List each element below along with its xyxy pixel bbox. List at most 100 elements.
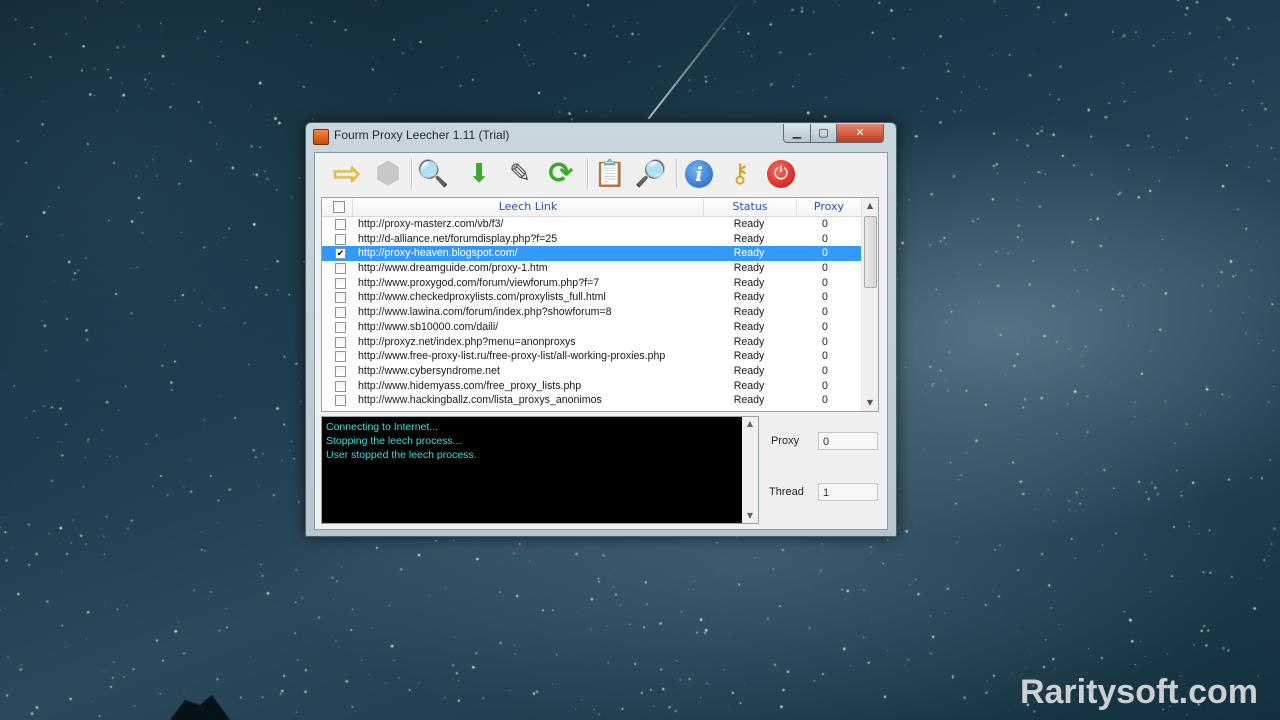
clipboard-button[interactable]: 📋	[592, 156, 628, 192]
row-checkbox[interactable]	[335, 263, 346, 275]
toolbar-separator	[411, 159, 413, 189]
table-row[interactable]: http://www.proxygod.com/forum/viewforum.…	[322, 276, 862, 291]
row-link: http://proxyz.net/index.php?menu=anonpro…	[358, 335, 576, 348]
table-row[interactable]: http://www.hackingballz.com/lista_proxys…	[322, 393, 862, 408]
log-scroll-up-icon[interactable]: ▲	[742, 417, 758, 431]
row-status: Ready	[733, 291, 765, 304]
header-checkbox-cell	[322, 198, 353, 216]
minimize-button[interactable]: ▁	[783, 124, 811, 143]
log-scrollbar[interactable]: ▲ ▼	[742, 417, 758, 523]
row-proxy-count: 0	[822, 247, 828, 260]
key-button[interactable]: ⚷	[722, 156, 758, 192]
row-checkbox[interactable]	[335, 336, 346, 348]
row-proxy-count: 0	[822, 335, 828, 348]
row-link: http://www.hackingballz.com/lista_proxys…	[358, 394, 602, 407]
start-icon: ⇨	[332, 154, 362, 194]
row-checkbox[interactable]	[335, 307, 346, 319]
row-status: Ready	[733, 247, 765, 260]
table-row[interactable]: http://www.dreamguide.com/proxy-1.htm Rea…	[322, 261, 862, 276]
table-row[interactable]: http://www.lawina.com/forum/index.php?sh…	[322, 305, 862, 320]
row-link: http://www.proxygod.com/forum/viewforum.…	[358, 276, 600, 289]
table-row[interactable]: http://proxyz.net/index.php?menu=anonpro…	[322, 335, 862, 350]
scroll-down-icon[interactable]: ▼	[862, 395, 878, 411]
log-line: User stopped the leech process.	[326, 449, 477, 461]
leech-link-list[interactable]: Leech Link Status Proxy http://proxy-mas…	[321, 197, 879, 412]
table-row[interactable]: http://www.sb10000.com/daili/Ready 0	[322, 320, 862, 335]
refresh-button[interactable]: ⟳	[543, 156, 579, 192]
power-button[interactable]: ⏻	[763, 156, 799, 192]
row-checkbox[interactable]	[335, 233, 346, 245]
proxy-count-label: Proxy	[771, 435, 800, 447]
list-scrollbar[interactable]: ▲ ▼	[861, 198, 878, 411]
table-row[interactable]: http://proxy-masterz.com/vb/f3/Ready 0	[322, 217, 862, 232]
row-link: http://www.lawina.com/forum/index.php?sh…	[358, 306, 612, 319]
row-checkbox[interactable]	[335, 380, 346, 392]
row-checkbox[interactable]: ✔	[335, 248, 346, 260]
start-button[interactable]: ⇨	[329, 156, 365, 192]
row-link: http://www.checkedproxylists.com/proxyli…	[358, 291, 606, 304]
power-icon: ⏻	[767, 160, 795, 188]
list-rows: http://proxy-masterz.com/vb/f3/Ready 0 htt…	[322, 217, 862, 408]
maximize-button[interactable]: ▢	[810, 124, 837, 143]
table-row[interactable]: http://www.hidemyass.com/free_proxy_list…	[322, 379, 862, 394]
scroll-up-icon[interactable]: ▲	[862, 198, 878, 214]
row-proxy-count: 0	[822, 394, 828, 407]
log-line: Connecting to Internet...	[326, 421, 439, 433]
row-checkbox[interactable]	[335, 351, 346, 363]
header-status[interactable]: Status	[704, 198, 797, 216]
row-checkbox[interactable]	[335, 277, 346, 289]
info-icon: i	[685, 160, 713, 188]
app-window: Fourm Proxy Leecher 1.11 (Trial) ▁ ▢ ✕ ⇨…	[305, 122, 897, 537]
row-status: Ready	[733, 306, 765, 319]
table-row[interactable]: http://d-alliance.net/forumdisplay.php?f…	[322, 232, 862, 247]
meteor-streak	[647, 0, 742, 120]
row-link: http://www.sb10000.com/daili/	[358, 320, 499, 333]
search-settings-icon: 🔍	[416, 159, 450, 189]
log-scroll-down-icon[interactable]: ▼	[742, 509, 758, 523]
log-console[interactable]: Connecting to Internet... Stopping the le…	[321, 416, 759, 524]
search-settings-button[interactable]: 🔍	[415, 156, 451, 192]
row-checkbox[interactable]	[335, 219, 346, 230]
download-button[interactable]: ⬇	[461, 156, 497, 192]
row-link: http://proxy-masterz.com/vb/f3/	[358, 218, 504, 230]
table-row[interactable]: http://www.checkedproxylists.com/proxyli…	[322, 290, 862, 305]
refresh-icon: ⟳	[548, 156, 574, 191]
row-checkbox[interactable]	[335, 365, 346, 377]
close-button[interactable]: ✕	[836, 124, 884, 143]
stop-button[interactable]: ⬢	[370, 156, 406, 192]
edit-icon: ✎	[509, 159, 531, 189]
info-button[interactable]: i	[681, 156, 717, 192]
row-link: http://www.hidemyass.com/free_proxy_list…	[358, 379, 582, 392]
window-title: Fourm Proxy Leecher 1.11 (Trial)	[334, 128, 510, 142]
table-row[interactable]: http://www.cybersyndrome.net Ready 0	[322, 364, 862, 379]
row-checkbox[interactable]	[335, 292, 346, 304]
table-row[interactable]: ✔ http://proxy-heaven.blogspot.com/Ready 0	[322, 246, 862, 262]
row-proxy-count: 0	[822, 291, 828, 304]
row-proxy-count: 0	[822, 364, 828, 377]
toolbar-separator	[587, 159, 589, 189]
row-link: http://www.cybersyndrome.net	[358, 364, 500, 377]
title-bar[interactable]: Fourm Proxy Leecher 1.11 (Trial) ▁ ▢ ✕	[306, 123, 896, 149]
row-status: Ready	[733, 364, 765, 377]
client-area: ⇨ ⬢ 🔍 ⬇ ✎ ⟳ 📋 🔎 i ⚷ ⏻ Leech Link Status Proxy http…	[314, 152, 888, 530]
row-status: Ready	[733, 379, 765, 392]
row-proxy-count: 0	[822, 218, 828, 230]
row-proxy-count: 0	[822, 276, 828, 289]
header-proxy[interactable]: Proxy	[797, 198, 861, 216]
app-icon	[313, 129, 329, 145]
proxy-count-field: 0	[818, 432, 878, 450]
select-all-checkbox[interactable]	[333, 201, 345, 213]
row-checkbox[interactable]	[335, 395, 346, 407]
edit-button[interactable]: ✎	[502, 156, 538, 192]
thread-count-field[interactable]: 1	[818, 483, 878, 501]
find-button[interactable]: 🔎	[633, 156, 669, 192]
row-checkbox[interactable]	[335, 321, 346, 333]
row-link: http://d-alliance.net/forumdisplay.php?f…	[358, 232, 558, 245]
table-row[interactable]: http://www.free-proxy-list.ru/free-proxy…	[322, 349, 862, 364]
header-leech-link[interactable]: Leech Link	[353, 198, 704, 216]
row-proxy-count: 0	[822, 232, 828, 245]
row-status: Ready	[733, 335, 765, 348]
log-lines: Connecting to Internet... Stopping the le…	[326, 420, 477, 462]
scroll-thumb[interactable]	[864, 216, 877, 288]
row-status: Ready	[733, 218, 765, 230]
